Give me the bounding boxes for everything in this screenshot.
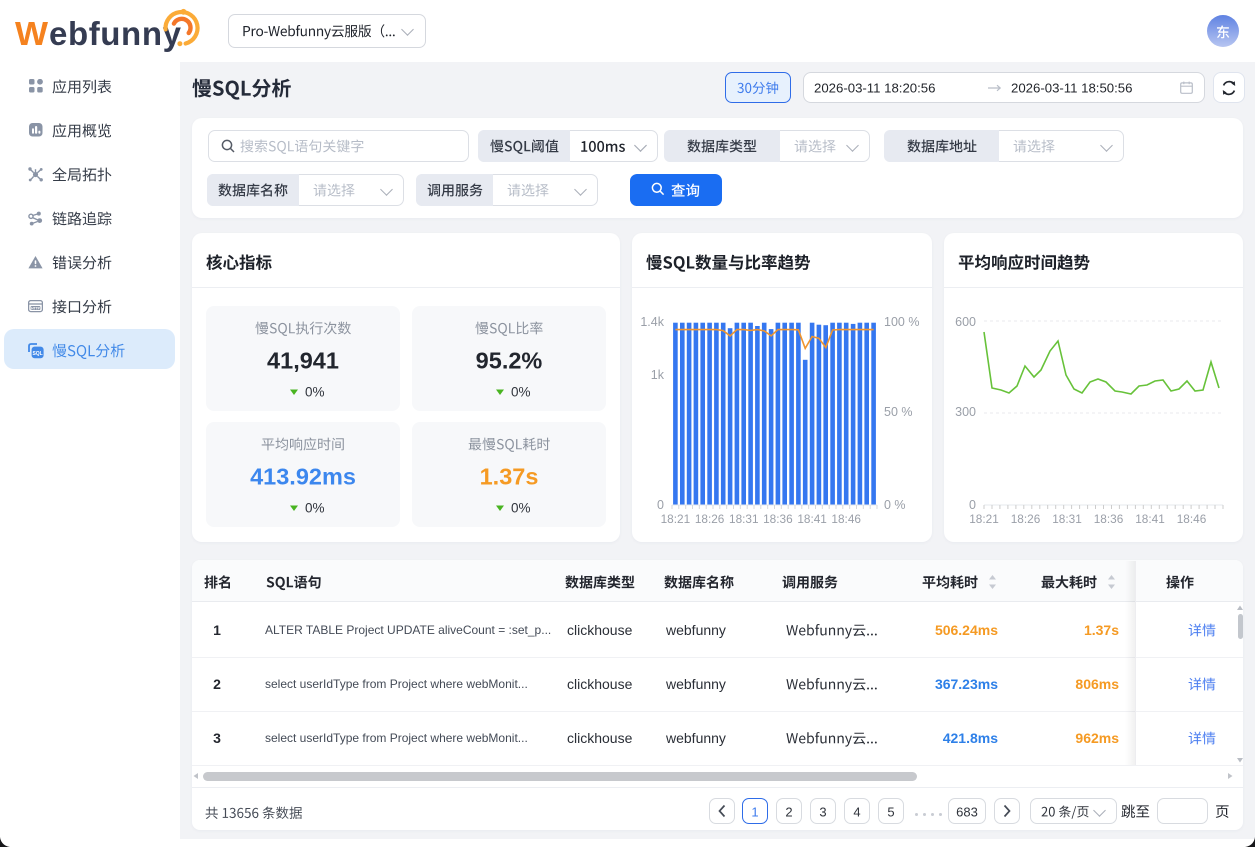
svg-text:SQL: SQL bbox=[32, 351, 42, 357]
svg-text:W: W bbox=[15, 16, 49, 53]
svg-text:HTTP: HTTP bbox=[31, 306, 41, 310]
svg-text:ebfunny: ebfunny bbox=[49, 15, 182, 52]
